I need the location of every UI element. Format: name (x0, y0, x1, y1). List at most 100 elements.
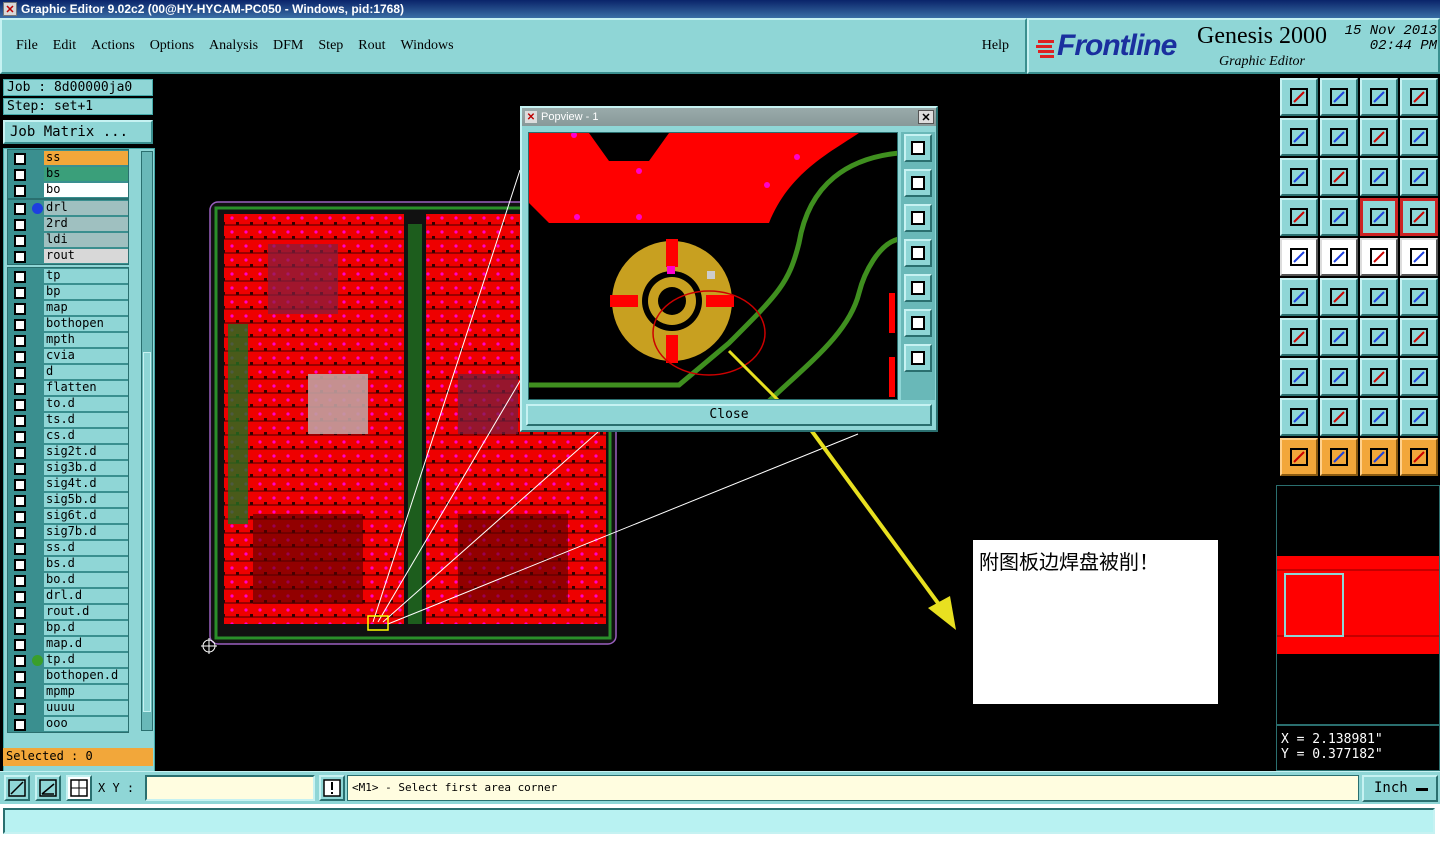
tool-edit-button[interactable] (1280, 198, 1318, 236)
grid-snap-button[interactable] (66, 775, 92, 801)
checkbox[interactable] (12, 445, 26, 459)
add-pad-button[interactable] (1280, 238, 1318, 276)
layer-row[interactable]: tp (8, 268, 128, 284)
layer-row[interactable]: cs.d (8, 428, 128, 444)
warning-button[interactable] (319, 775, 345, 801)
layer-row[interactable]: ts.d (8, 412, 128, 428)
job-matrix-button[interactable]: Job Matrix ... (3, 120, 153, 144)
triangle-a-button[interactable] (1360, 398, 1398, 436)
scale-1-2-button[interactable] (1360, 158, 1398, 196)
popview-window[interactable]: ✕ Popview - 1 ✕ Close (520, 106, 938, 432)
layer-row[interactable]: uuuu (8, 700, 128, 716)
checkbox[interactable] (12, 621, 26, 635)
menu-windows[interactable]: Windows (401, 38, 454, 54)
layer-row[interactable]: rout.d (8, 604, 128, 620)
layer-row[interactable]: sig7b.d (8, 524, 128, 540)
checkbox[interactable] (12, 541, 26, 555)
move-right-button[interactable] (1320, 118, 1358, 156)
dimension-button[interactable] (1360, 358, 1398, 396)
layer-scrollbar[interactable] (141, 151, 153, 731)
layer-red2-button[interactable] (1400, 198, 1438, 236)
menu-options[interactable]: Options (150, 38, 194, 54)
layer-row[interactable]: flatten (8, 380, 128, 396)
checkbox[interactable] (12, 201, 26, 215)
layer-row[interactable]: bothopen.d (8, 668, 128, 684)
measure-line-button[interactable] (1320, 358, 1358, 396)
layer-row[interactable]: bs.d (8, 556, 128, 572)
measure-button[interactable] (35, 775, 61, 801)
menu-edit[interactable]: Edit (53, 38, 76, 54)
layer-row[interactable]: drl.d (8, 588, 128, 604)
select-net-button[interactable] (1400, 438, 1438, 476)
layer-row[interactable]: map.d (8, 636, 128, 652)
triangle-button[interactable] (1280, 398, 1318, 436)
pad-square-button[interactable] (1280, 358, 1318, 396)
layer-row[interactable]: sig2t.d (8, 444, 128, 460)
triangle-b-button[interactable] (1400, 398, 1438, 436)
layer-row[interactable]: 2rd (8, 216, 128, 232)
text-button[interactable] (1400, 318, 1438, 356)
checkbox[interactable] (12, 397, 26, 411)
checkbox[interactable] (12, 605, 26, 619)
checkbox[interactable] (12, 573, 26, 587)
checkbox[interactable] (12, 285, 26, 299)
open-step-button[interactable] (1280, 78, 1318, 116)
layer-row[interactable]: drl (8, 200, 128, 216)
rotate-button[interactable] (1360, 318, 1398, 356)
checkbox[interactable] (12, 477, 26, 491)
delete-cross-button[interactable] (1320, 278, 1358, 316)
mirror-button[interactable] (1400, 118, 1438, 156)
checkbox[interactable] (12, 717, 26, 731)
layer-row[interactable]: tp.d (8, 652, 128, 668)
checkbox[interactable] (12, 509, 26, 523)
menu-help[interactable]: Help (982, 38, 1009, 54)
checkbox[interactable] (12, 429, 26, 443)
ruler-button[interactable] (1360, 238, 1398, 276)
menu-step[interactable]: Step (318, 38, 343, 54)
command-line-field[interactable] (3, 808, 1435, 834)
window-split-button[interactable] (1400, 78, 1438, 116)
menu-analysis[interactable]: Analysis (209, 38, 258, 54)
layer-row[interactable]: bp (8, 284, 128, 300)
checkbox[interactable] (12, 233, 26, 247)
popview-pan-left-button[interactable] (904, 239, 932, 267)
layer-row[interactable]: mpmp (8, 684, 128, 700)
popview-zoom-fit-button[interactable] (904, 134, 932, 162)
layer-row[interactable]: sig3b.d (8, 460, 128, 476)
layer-row[interactable]: ss.d (8, 540, 128, 556)
checkbox[interactable] (12, 217, 26, 231)
layer-row[interactable]: bs (8, 166, 128, 182)
layer-row[interactable]: sig4t.d (8, 476, 128, 492)
layer-red-button[interactable] (1360, 198, 1398, 236)
checkbox[interactable] (12, 493, 26, 507)
menu-actions[interactable]: Actions (91, 38, 135, 54)
checkbox[interactable] (12, 365, 26, 379)
layer-row[interactable]: d (8, 364, 128, 380)
checkbox[interactable] (12, 461, 26, 475)
layer-row[interactable]: bp.d (8, 620, 128, 636)
checkbox[interactable] (12, 333, 26, 347)
triangle-outline-button[interactable] (1320, 398, 1358, 436)
select-box-button[interactable] (1320, 438, 1358, 476)
node-button[interactable] (1280, 278, 1318, 316)
popview-close-button[interactable]: Close (526, 404, 932, 426)
swap-button[interactable] (1360, 118, 1398, 156)
layer-row[interactable]: ss (8, 150, 128, 166)
popview-pan-right-button[interactable] (904, 274, 932, 302)
checkbox[interactable] (12, 151, 26, 165)
checkbox[interactable] (12, 669, 26, 683)
popview-viewport[interactable] (528, 132, 898, 400)
popview-pan-down-button[interactable] (904, 204, 932, 232)
zoom-fit-button[interactable] (1280, 158, 1318, 196)
menu-file[interactable]: File (16, 38, 38, 54)
checkbox[interactable] (12, 249, 26, 263)
checkbox[interactable] (12, 413, 26, 427)
menu-dfm[interactable]: DFM (273, 38, 303, 54)
popview-close-icon[interactable]: ✕ (918, 110, 934, 124)
layer-row[interactable]: ldi (8, 232, 128, 248)
checkbox[interactable] (12, 637, 26, 651)
layer-row[interactable]: ooo (8, 716, 128, 732)
menu-rout[interactable]: Rout (358, 38, 385, 54)
circle-select-button[interactable] (1400, 238, 1438, 276)
layer-row[interactable]: cvia (8, 348, 128, 364)
